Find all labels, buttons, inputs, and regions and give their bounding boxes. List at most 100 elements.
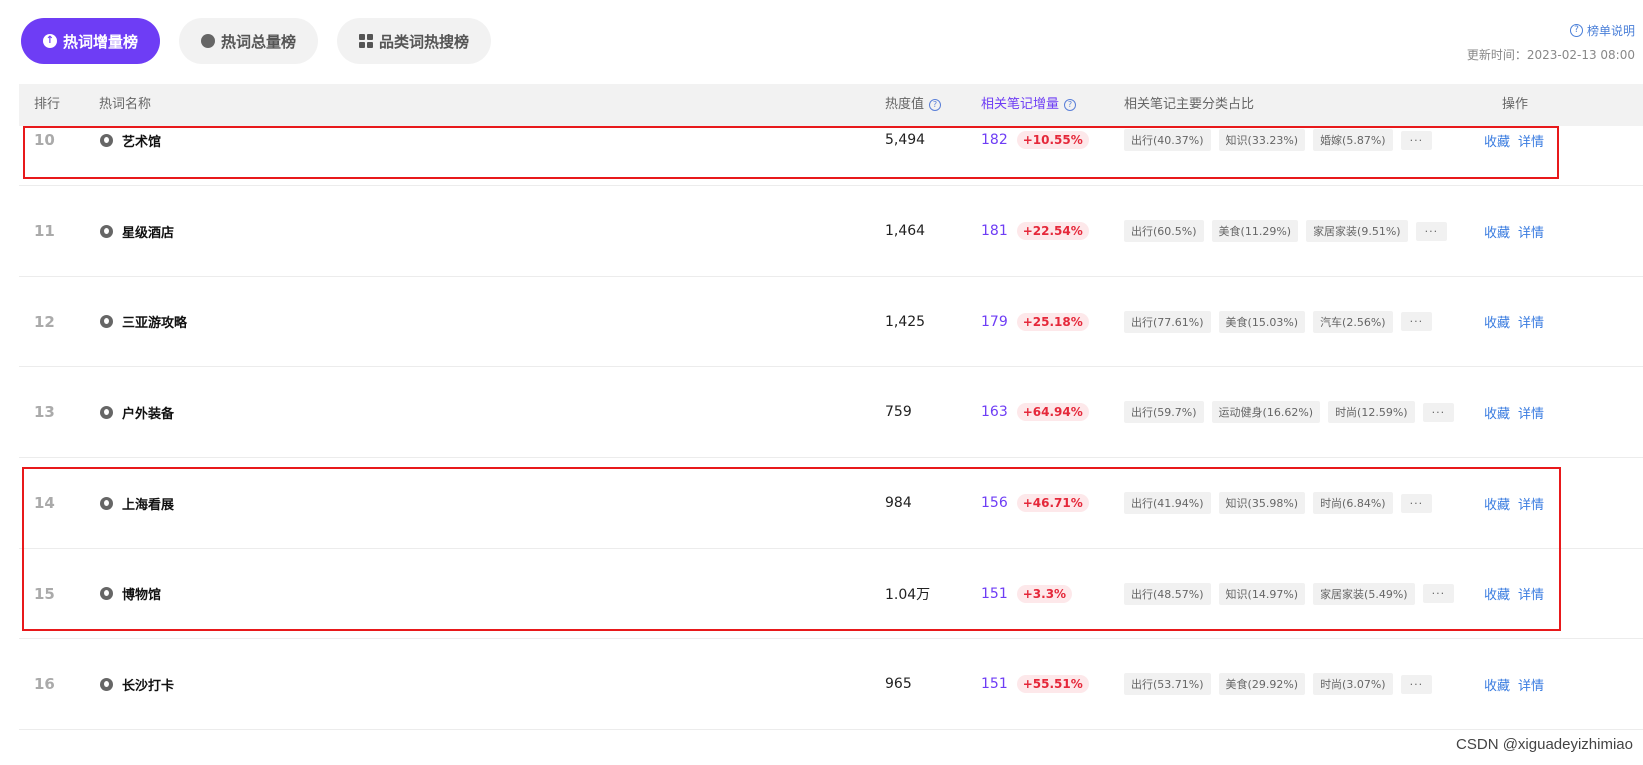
keyword[interactable]: 博物馆 [100,585,161,603]
rank-number: 12 [34,312,55,331]
category-tag: 美食(11.29%) [1211,220,1299,242]
table-row[interactable]: 10 艺术馆 5,494 182 +10.55% 出行(40.37%) 知识(33… [19,126,1643,186]
row-actions: 收藏 详情 [1484,494,1552,513]
more-categories-button[interactable]: ··· [1422,584,1455,604]
tab-increment-ranking[interactable]: ↑ 热词增量榜 [21,18,161,64]
category-tag: 出行(60.5%) [1124,220,1204,242]
keyword[interactable]: 星级酒店 [100,222,174,241]
increment-percent-badge: +10.55% [1016,131,1089,149]
increment-value: 156 [981,495,1008,512]
category-tag: 出行(48.57%) [1124,582,1211,605]
keyword[interactable]: 艺术馆 [100,131,161,150]
more-categories-button[interactable]: ··· [1400,493,1433,513]
collect-link[interactable]: 收藏 [1484,675,1510,694]
keyword-label: 长沙打卡 [122,678,175,694]
tab-label: 热词总量榜 [221,32,297,51]
detail-link[interactable]: 详情 [1518,584,1544,603]
fire-icon [100,587,113,601]
heat-value: 984 [885,495,912,512]
table-row[interactable]: 14 上海看展 984 156 +46.71% 出行(41.94%) 知识(35.… [19,458,1643,549]
note-increment: 182 +10.55% [981,131,1089,149]
note-increment: 163 +64.94% [981,403,1089,422]
keyword[interactable]: 户外装备 [100,403,174,422]
help-icon[interactable]: ? [1064,99,1077,111]
collect-link[interactable]: 收藏 [1484,584,1510,603]
note-increment: 156 +46.71% [981,494,1089,513]
collect-link[interactable]: 收藏 [1484,222,1510,241]
note-increment: 151 +3.3% [981,584,1073,603]
header-heat[interactable]: 热度值 ? [885,84,942,126]
header-keyword: 热词名称 [99,97,152,112]
increment-percent-badge: +46.71% [1016,494,1089,513]
ranking-help-label: 榜单说明 [1586,24,1635,38]
rank-number: 11 [34,222,55,240]
category-tag: 时尚(6.84%) [1313,492,1393,515]
increment-value: 182 [981,132,1008,148]
more-categories-button[interactable]: ··· [1422,402,1455,422]
detail-link[interactable]: 详情 [1518,675,1544,694]
heat-value: 1,464 [885,223,926,239]
increment-value: 163 [981,404,1008,421]
increment-percent-badge: +3.3% [1016,584,1073,603]
category-tag: 出行(77.61%) [1124,310,1211,333]
more-categories-button[interactable]: ··· [1415,221,1448,241]
table-row[interactable]: 13 户外装备 759 163 +64.94% 出行(59.7%) 运动健身(16… [19,367,1643,459]
keyword-label: 三亚游攻略 [122,316,188,332]
note-increment: 181 +22.54% [981,222,1089,240]
note-increment: 179 +25.18% [981,312,1089,331]
category-tag: 出行(59.7%) [1124,401,1204,424]
keyword-label: 博物馆 [122,588,162,604]
keyword-label: 上海看展 [122,497,175,513]
detail-link[interactable]: 详情 [1518,312,1544,331]
detail-link[interactable]: 详情 [1518,494,1544,513]
category-tag: 家居家装(5.49%) [1313,582,1415,605]
increment-percent-badge: +55.51% [1016,675,1089,694]
help-icon[interactable]: ? [929,99,942,111]
heat-value: 5,494 [885,132,926,148]
table-row[interactable]: 16 长沙打卡 965 151 +55.51% 出行(53.71%) 美食(29.… [19,639,1643,731]
collect-link[interactable]: 收藏 [1484,312,1510,331]
tab-category-hot-search[interactable]: 品类词热搜榜 [337,18,492,64]
header-rank: 排行 [34,97,61,112]
increment-value: 151 [981,676,1008,693]
rank-number: 16 [34,675,55,694]
more-categories-button[interactable]: ··· [1400,130,1433,150]
rank-number: 15 [34,584,55,603]
detail-link[interactable]: 详情 [1518,131,1544,150]
keyword[interactable]: 三亚游攻略 [100,313,187,331]
more-categories-button[interactable]: ··· [1400,674,1433,694]
header-increment[interactable]: 相关笔记增量 ? [981,84,1077,126]
category-tag: 运动健身(16.62%) [1211,401,1321,424]
header-categories: 相关笔记主要分类占比 [1124,97,1255,112]
collect-link[interactable]: 收藏 [1484,494,1510,513]
hot-words-table: 排行 热词名称 热度值 ? 相关笔记增量 ? 相关笔记主要分类占比 操作 10 … [19,84,1643,731]
table-row[interactable]: 11 星级酒店 1,464 181 +22.54% 出行(60.5%) 美食(11… [19,186,1643,277]
table-row[interactable]: 15 博物馆 1.04万 151 +3.3% 出行(48.57%) 知识(14.9… [19,549,1643,640]
table-body: 10 艺术馆 5,494 182 +10.55% 出行(40.37%) 知识(33… [19,126,1643,731]
tab-total-ranking[interactable]: 热词总量榜 [179,18,319,64]
category-tag: 家居家装(9.51%) [1306,220,1408,242]
row-actions: 收藏 详情 [1484,675,1552,694]
category-tags: 出行(41.94%) 知识(35.98%) 时尚(6.84%) ··· [1124,492,1440,515]
increment-value: 151 [981,585,1008,602]
row-actions: 收藏 详情 [1484,403,1552,422]
row-actions: 收藏 详情 [1484,585,1552,603]
note-increment: 151 +55.51% [981,675,1089,694]
collect-link[interactable]: 收藏 [1484,403,1510,422]
heat-value: 965 [885,676,912,693]
category-tags: 出行(60.5%) 美食(11.29%) 家居家装(9.51%) ··· [1124,220,1455,242]
detail-link[interactable]: 详情 [1518,222,1544,241]
watermark: CSDN @xiguadeyizhimiao [1456,736,1633,753]
ranking-help-link[interactable]: ? 榜单说明 [1569,22,1635,39]
keyword[interactable]: 上海看展 [100,494,175,513]
keyword[interactable]: 长沙打卡 [100,675,175,694]
heat-value: 759 [885,404,912,421]
rank-number: 13 [34,403,55,422]
category-tag: 出行(41.94%) [1124,492,1211,515]
increment-percent-badge: +25.18% [1016,312,1089,331]
fire-icon [201,34,216,48]
more-categories-button[interactable]: ··· [1400,312,1433,332]
table-row[interactable]: 12 三亚游攻略 1,425 179 +25.18% 出行(77.61%) 美食(… [19,277,1643,368]
collect-link[interactable]: 收藏 [1484,131,1510,150]
detail-link[interactable]: 详情 [1518,403,1544,422]
